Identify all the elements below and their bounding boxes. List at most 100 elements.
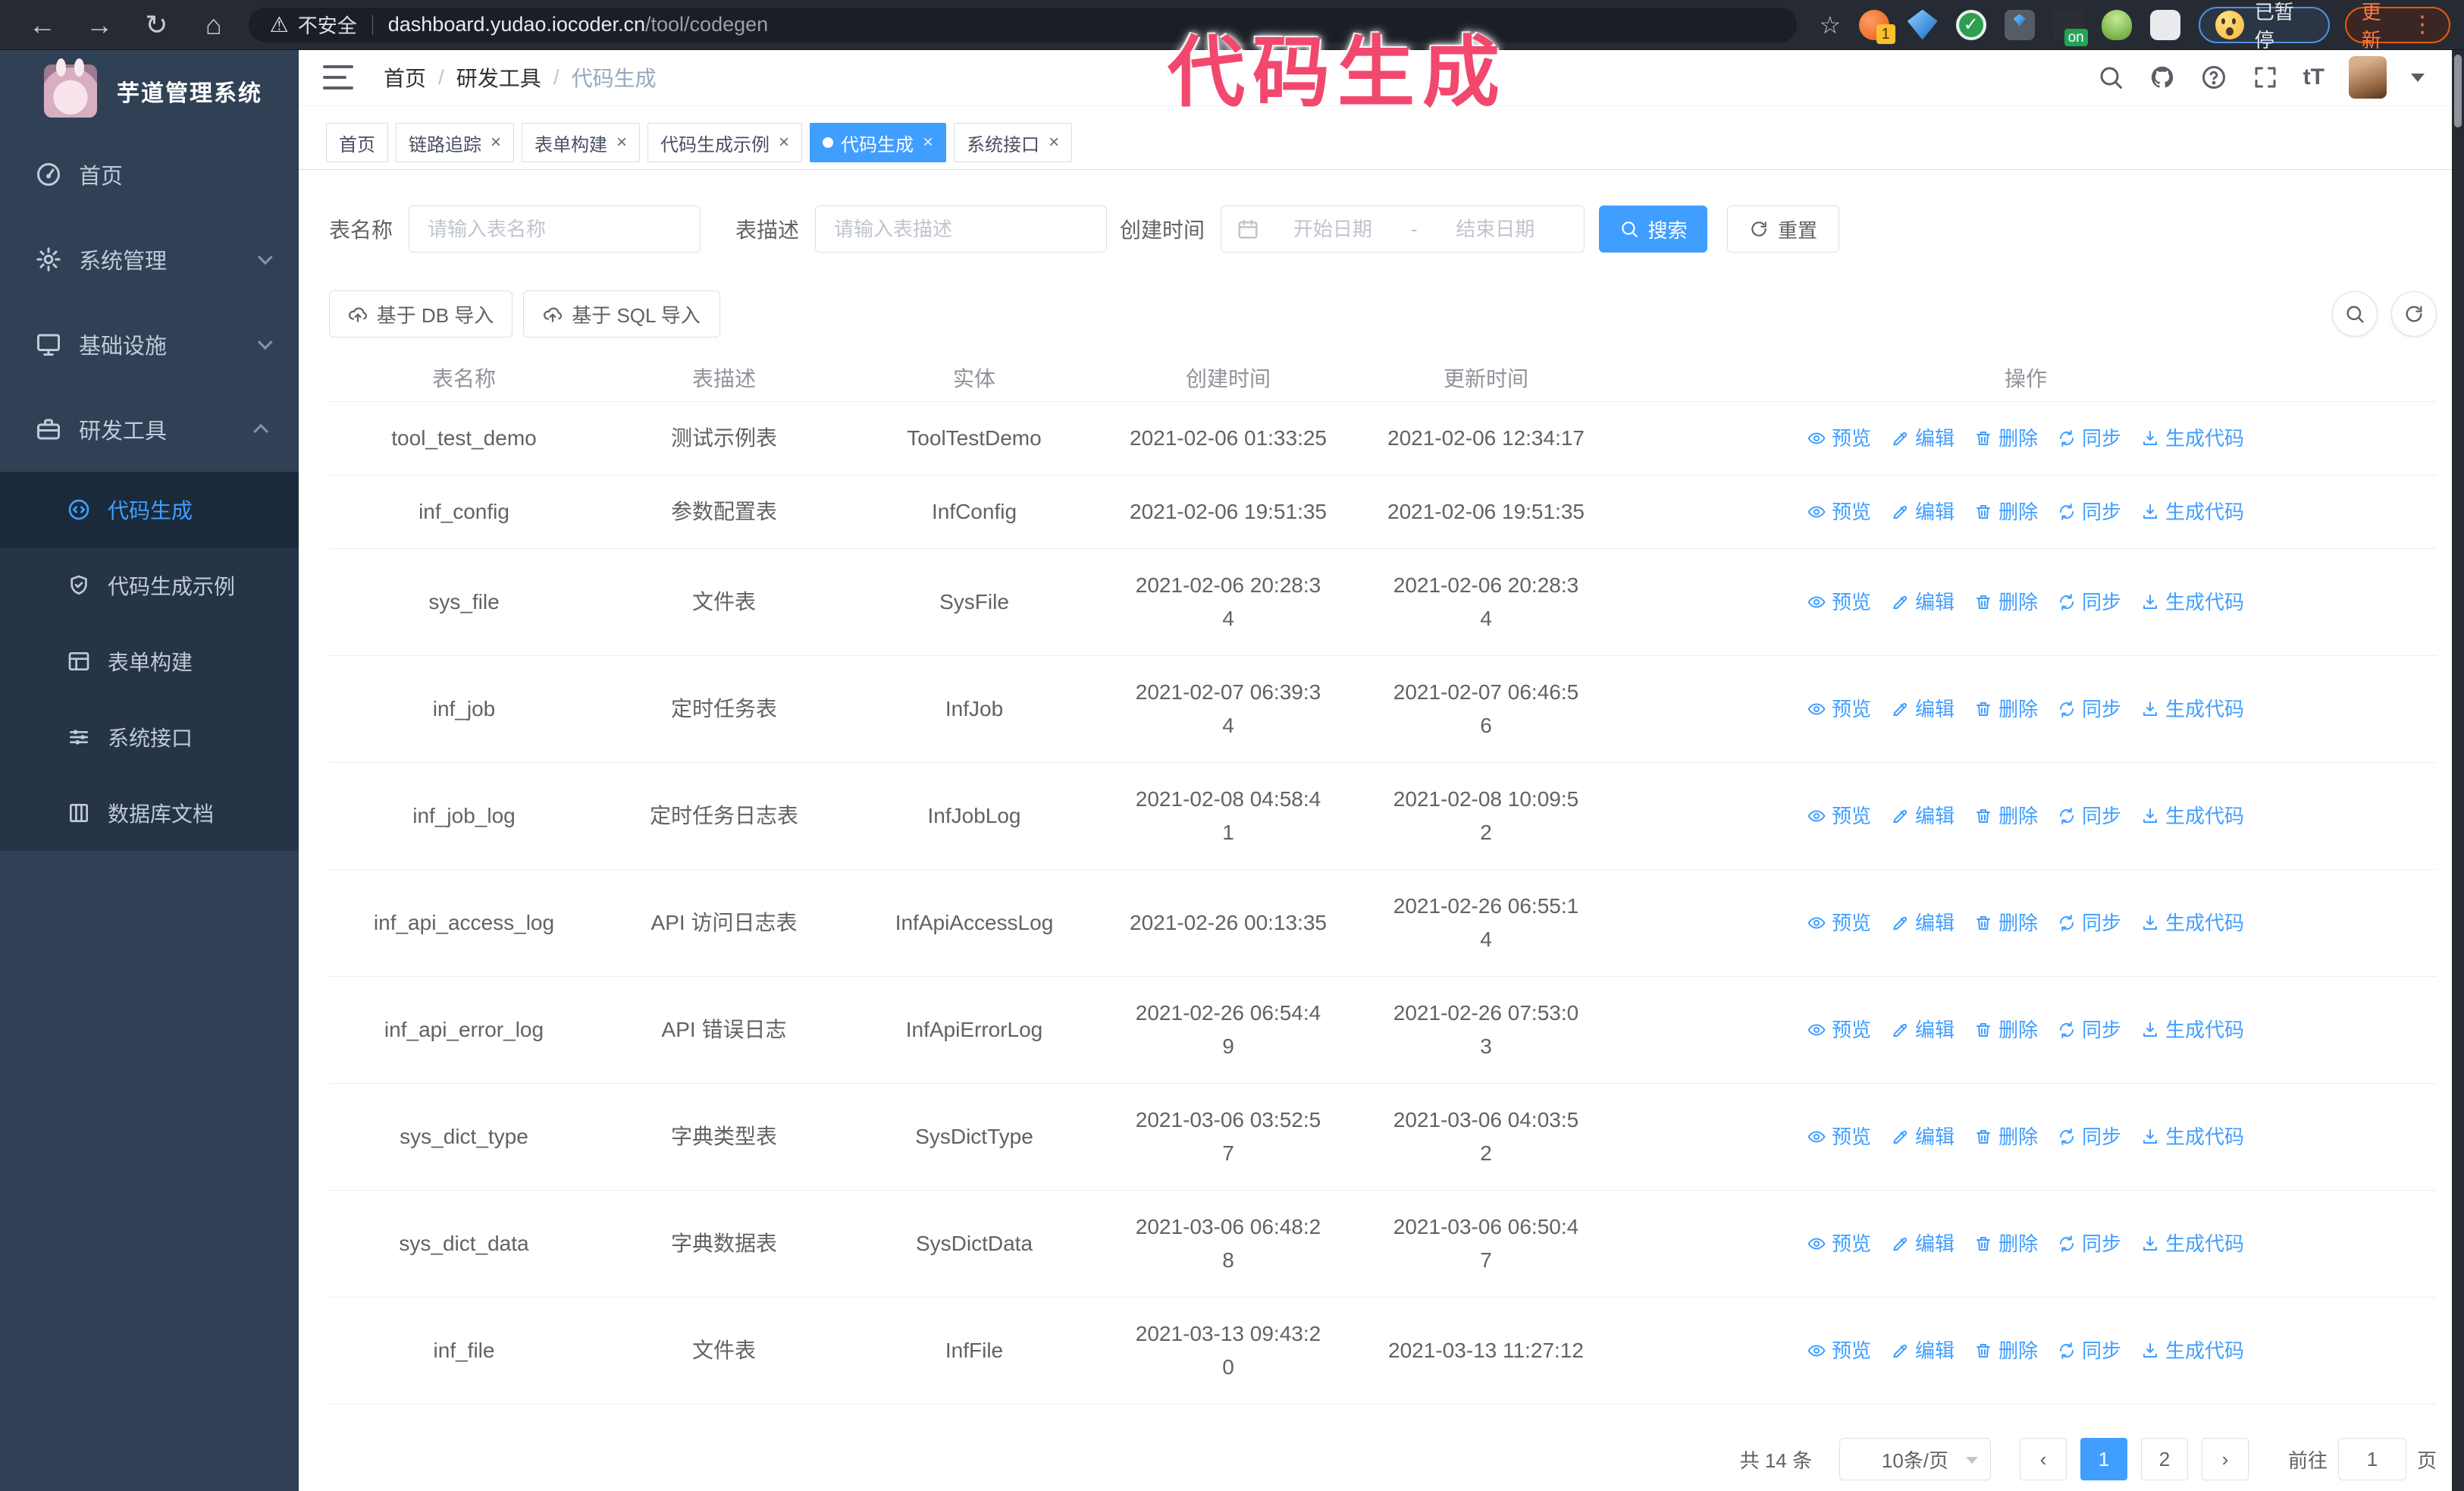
sync-link[interactable]: 同步 <box>2058 692 2121 726</box>
sync-link[interactable]: 同步 <box>2058 1013 2121 1047</box>
extension-orange-icon[interactable]: 1 <box>1858 9 1895 44</box>
goto-page-input[interactable] <box>2337 1438 2406 1480</box>
sync-link[interactable]: 同步 <box>2058 799 2121 833</box>
sidebar-subitem[interactable]: 代码生成示例 <box>0 548 299 623</box>
search-button[interactable]: 搜索 <box>1599 206 1708 253</box>
generate-code-link[interactable]: 生成代码 <box>2141 799 2244 833</box>
sidebar-subitem[interactable]: 代码生成 <box>0 472 299 548</box>
prev-page-button[interactable]: ‹ <box>2019 1438 2067 1480</box>
preview-link[interactable]: 预览 <box>1807 1334 1871 1367</box>
bookmark-star-icon[interactable]: ☆ <box>1814 11 1847 39</box>
edit-link[interactable]: 编辑 <box>1891 1334 1955 1367</box>
edit-link[interactable]: 编辑 <box>1891 585 1955 619</box>
edit-link[interactable]: 编辑 <box>1891 495 1955 529</box>
sync-link[interactable]: 同步 <box>2058 495 2121 529</box>
sidebar-item[interactable]: 首页 <box>0 132 299 217</box>
font-size-icon[interactable]: tT <box>2303 64 2324 91</box>
delete-link[interactable]: 删除 <box>1974 422 2038 455</box>
sidebar-subitem[interactable]: 系统接口 <box>0 699 299 775</box>
delete-link[interactable]: 删除 <box>1974 1334 2038 1367</box>
sidebar-logo[interactable]: 芋道管理系统 <box>0 50 299 132</box>
reset-button[interactable]: 重置 <box>1727 206 1840 253</box>
extension-gem-icon[interactable] <box>1907 9 1938 40</box>
tab-close-icon[interactable]: × <box>923 132 933 153</box>
sidebar-item[interactable]: 研发工具 <box>0 387 299 472</box>
github-icon[interactable] <box>2149 64 2176 91</box>
tab[interactable]: 首页 <box>326 123 388 163</box>
sidebar-item[interactable]: 系统管理 <box>0 217 299 302</box>
update-badge[interactable]: 更新 ⋮ <box>2344 1 2450 52</box>
edit-link[interactable]: 编辑 <box>1891 906 1955 940</box>
tab[interactable]: 链路追踪 × <box>396 123 515 163</box>
sidebar-subitem[interactable]: 数据库文档 <box>0 775 299 851</box>
generate-code-link[interactable]: 生成代码 <box>2141 1227 2244 1260</box>
edit-link[interactable]: 编辑 <box>1891 422 1955 455</box>
preview-link[interactable]: 预览 <box>1807 1227 1871 1260</box>
extension-puzzle-icon[interactable] <box>2149 9 2180 40</box>
edit-link[interactable]: 编辑 <box>1891 1013 1955 1047</box>
extension-green-icon[interactable] <box>2101 9 2132 40</box>
generate-code-link[interactable]: 生成代码 <box>2141 1120 2244 1154</box>
breadcrumb-item[interactable]: 首页 <box>384 62 426 93</box>
sync-link[interactable]: 同步 <box>2058 422 2121 455</box>
sidebar-subitem[interactable]: 表单构建 <box>0 623 299 699</box>
breadcrumb-item[interactable]: 研发工具 <box>456 62 541 93</box>
edit-link[interactable]: 编辑 <box>1891 1227 1955 1260</box>
tab-close-icon[interactable]: × <box>1049 132 1059 153</box>
delete-link[interactable]: 删除 <box>1974 1120 2038 1154</box>
tab-close-icon[interactable]: × <box>616 132 627 153</box>
tab[interactable]: 系统接口 × <box>954 123 1073 163</box>
extension-on-icon[interactable]: on <box>2052 9 2088 46</box>
page-number-button[interactable]: 1 <box>2080 1438 2127 1480</box>
tab-close-icon[interactable]: × <box>491 132 501 153</box>
tab[interactable]: 代码生成示例 × <box>647 123 803 163</box>
sync-link[interactable]: 同步 <box>2058 1120 2121 1154</box>
preview-link[interactable]: 预览 <box>1807 585 1871 619</box>
import-db-button[interactable]: 基于 DB 导入 <box>329 290 513 337</box>
delete-link[interactable]: 删除 <box>1974 1227 2038 1260</box>
browser-home-icon[interactable]: ⌂ <box>185 9 242 41</box>
scrollbar-thumb[interactable] <box>2454 55 2462 127</box>
extension-grid-icon[interactable] <box>2004 9 2035 40</box>
extension-check-icon[interactable] <box>1955 9 1986 40</box>
chevron-down-icon[interactable] <box>2411 73 2425 82</box>
refresh-table-button[interactable] <box>2391 291 2437 337</box>
delete-link[interactable]: 删除 <box>1974 1013 2038 1047</box>
preview-link[interactable]: 预览 <box>1807 1120 1871 1154</box>
generate-code-link[interactable]: 生成代码 <box>2141 422 2244 455</box>
browser-back-icon[interactable]: ← <box>14 9 71 41</box>
sync-link[interactable]: 同步 <box>2058 1334 2121 1367</box>
start-date-input[interactable] <box>1259 217 1406 241</box>
table-desc-input[interactable] <box>815 206 1108 253</box>
browser-menu-icon[interactable]: ⋮ <box>2411 11 2434 38</box>
help-icon[interactable] <box>2200 64 2227 91</box>
delete-link[interactable]: 删除 <box>1974 692 2038 726</box>
edit-link[interactable]: 编辑 <box>1891 1120 1955 1154</box>
sync-link[interactable]: 同步 <box>2058 1227 2121 1260</box>
generate-code-link[interactable]: 生成代码 <box>2141 692 2244 726</box>
breadcrumb-item[interactable]: 代码生成 <box>572 62 657 93</box>
generate-code-link[interactable]: 生成代码 <box>2141 495 2244 529</box>
import-sql-button[interactable]: 基于 SQL 导入 <box>523 290 720 337</box>
generate-code-link[interactable]: 生成代码 <box>2141 1334 2244 1367</box>
edit-link[interactable]: 编辑 <box>1891 799 1955 833</box>
fullscreen-icon[interactable] <box>2252 64 2279 91</box>
hamburger-menu-icon[interactable] <box>323 65 353 90</box>
delete-link[interactable]: 删除 <box>1974 906 2038 940</box>
avatar[interactable] <box>2349 56 2387 99</box>
sidebar-item[interactable]: 基础设施 <box>0 302 299 387</box>
preview-link[interactable]: 预览 <box>1807 1013 1871 1047</box>
table-name-input[interactable] <box>409 206 701 253</box>
search-icon[interactable] <box>2097 64 2124 91</box>
delete-link[interactable]: 删除 <box>1974 495 2038 529</box>
next-page-button[interactable]: › <box>2201 1438 2249 1480</box>
paused-badge[interactable]: 已暂停 <box>2198 1 2330 52</box>
preview-link[interactable]: 预览 <box>1807 422 1871 455</box>
date-range-picker[interactable]: - <box>1221 206 1585 253</box>
preview-link[interactable]: 预览 <box>1807 799 1871 833</box>
tab[interactable]: 代码生成 × <box>810 123 947 163</box>
preview-link[interactable]: 预览 <box>1807 906 1871 940</box>
toggle-search-button[interactable] <box>2332 291 2378 337</box>
generate-code-link[interactable]: 生成代码 <box>2141 1013 2244 1047</box>
preview-link[interactable]: 预览 <box>1807 692 1871 726</box>
